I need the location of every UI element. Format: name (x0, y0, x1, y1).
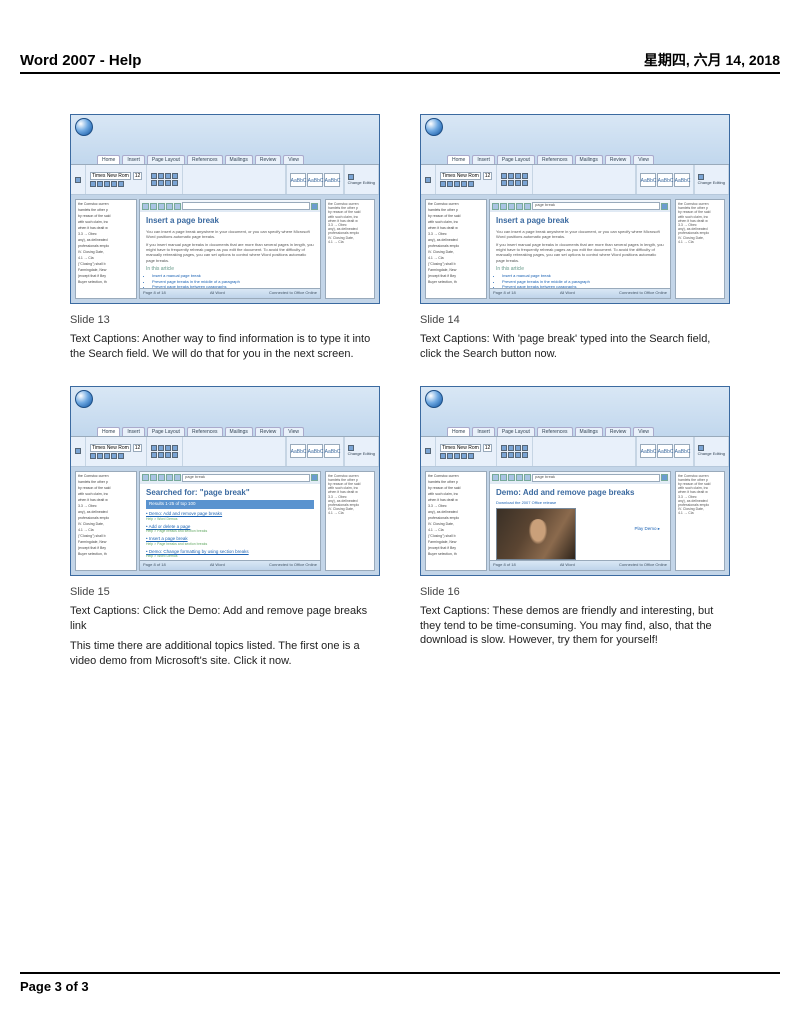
help-pane: page break Insert a page break You can i… (489, 199, 671, 299)
slide-thumbnail: HomeInsertPage LayoutReferencesMailingsR… (70, 114, 380, 304)
ribbon-tabs: HomeInsertPage LayoutReferencesMailingsR… (421, 427, 654, 436)
search-result: • Demo: Add and remove page breaks Help … (146, 511, 314, 521)
office-orb-icon (425, 390, 443, 408)
slide: HomeInsertPage LayoutReferencesMailingsR… (70, 386, 380, 669)
slide: HomeInsertPage LayoutReferencesMailingsR… (420, 386, 730, 669)
help-toolbar: page break (490, 200, 670, 212)
document-body-right: the Comstoc currenhamlets the other pby … (325, 199, 375, 299)
page-number: Page 3 of 3 (20, 979, 89, 994)
ribbon-tabs: HomeInsertPage LayoutReferencesMailingsR… (71, 155, 304, 164)
document-body: the Comstoc currenhamlets the other pby … (75, 199, 137, 299)
slide-label: Slide 14 (420, 314, 730, 326)
search-result: • Insert a page break Help > Page breaks… (146, 536, 314, 546)
office-orb-icon (425, 118, 443, 136)
slide: HomeInsertPage LayoutReferencesMailingsR… (70, 114, 380, 362)
help-toolbar: page break (490, 472, 670, 484)
help-article-title: Insert a page break (496, 216, 664, 226)
doc-date: 星期四, 六月 14, 2018 (644, 50, 780, 70)
ribbon-body: Times New Rom12 AaBbCAaBbCAaBbC Change E… (71, 437, 379, 467)
ribbon-tabs: HomeInsertPage LayoutReferencesMailingsR… (421, 155, 654, 164)
slide-label: Slide 13 (70, 314, 380, 326)
help-toolbar (140, 200, 320, 212)
slide-caption: Text Captions: Click the Demo: Add and r… (70, 604, 380, 634)
document-body: the Comstoc currenhamlets the other pby … (425, 199, 487, 299)
slide-caption: Text Captions: Another way to find infor… (70, 332, 380, 362)
demo-title: Demo: Add and remove page breaks (496, 488, 664, 498)
help-search-title: Searched for: "page break" (146, 488, 314, 498)
page-footer: Page 3 of 3 (20, 972, 780, 996)
slide: HomeInsertPage LayoutReferencesMailingsR… (420, 114, 730, 362)
help-pane: page break Searched for: "page break" Re… (139, 471, 321, 571)
help-search-input: page break (532, 474, 660, 482)
document-body-right: the Comstoc currenhamlets the other pby … (675, 199, 725, 299)
help-search-input (182, 202, 310, 210)
slide-caption: Text Captions: With 'page break' typed i… (420, 332, 730, 362)
help-toolbar: page break (140, 472, 320, 484)
help-pane: Insert a page break You can insert a pag… (139, 199, 321, 299)
help-search-input: page break (182, 474, 310, 482)
ribbon-body: Times New Rom12 AaBbCAaBbCAaBbC Change E… (421, 437, 729, 467)
search-icon (311, 474, 318, 481)
search-icon (311, 203, 318, 210)
slide-thumbnail: HomeInsertPage LayoutReferencesMailingsR… (420, 114, 730, 304)
search-icon (661, 203, 668, 210)
results-count-bar: Results 1-25 of top 100 (146, 500, 314, 509)
help-search-input: page break (532, 202, 660, 210)
slide-label: Slide 15 (70, 586, 380, 598)
office-orb-icon (75, 390, 93, 408)
help-article-title: Insert a page break (146, 216, 314, 226)
search-icon (661, 474, 668, 481)
slide-caption: Text Captions: These demos are friendly … (420, 604, 730, 649)
document-body-right: the Comstoc currenhamlets the other pby … (675, 471, 725, 571)
help-pane: page break Demo: Add and remove page bre… (489, 471, 671, 571)
page-header: Word 2007 - Help 星期四, 六月 14, 2018 (20, 50, 780, 74)
document-body: the Comstoc currenhamlets the other pby … (425, 471, 487, 571)
document-body: the Comstoc currenhamlets the other pby … (75, 471, 137, 571)
ribbon-tabs: HomeInsertPage LayoutReferencesMailingsR… (71, 427, 304, 436)
slide-thumbnail: HomeInsertPage LayoutReferencesMailingsR… (70, 386, 380, 576)
slide-label: Slide 16 (420, 586, 730, 598)
play-demo-link: Play Demo ▸ (634, 526, 660, 531)
ribbon-body: Times New Rom12 AaBbCAaBbCAaBbC Change E… (421, 165, 729, 195)
slide-grid: HomeInsertPage LayoutReferencesMailingsR… (20, 114, 780, 669)
office-orb-icon (75, 118, 93, 136)
document-body-right: the Comstoc currenhamlets the other pby … (325, 471, 375, 571)
slide-caption-extra: This time there are additional topics li… (70, 639, 380, 669)
slide-thumbnail: HomeInsertPage LayoutReferencesMailingsR… (420, 386, 730, 576)
demo-video-thumb (496, 508, 576, 559)
doc-title: Word 2007 - Help (20, 52, 141, 69)
search-result: • Demo: Change formatting by using secti… (146, 549, 314, 559)
ribbon-body: Times New Rom12 AaBbCAaBbCAaBbC Change E… (71, 165, 379, 195)
search-result: • Add or delete a page Help > Page break… (146, 524, 314, 534)
